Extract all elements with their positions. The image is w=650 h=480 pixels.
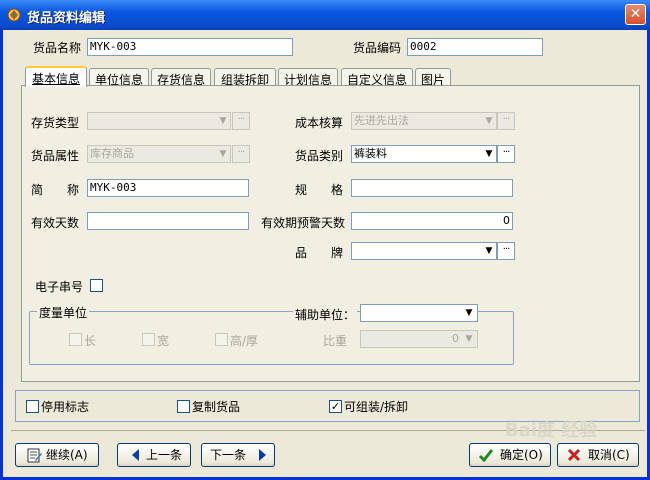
ratio-label: 比重 — [323, 334, 348, 348]
serial-checkbox[interactable] — [90, 279, 103, 292]
close-icon: ✕ — [629, 6, 642, 22]
product-name-label: 货品名称 — [33, 41, 82, 55]
length-checkbox[interactable] — [69, 333, 82, 346]
product-code-input[interactable]: 0002 — [407, 38, 543, 56]
chevron-down-icon: ▼ — [485, 116, 493, 126]
tab-inventory-info[interactable]: 存货信息 — [151, 68, 211, 87]
warning-days-input[interactable]: 0 — [351, 212, 513, 230]
cost-accounting-select[interactable]: 先进先出法 — [351, 112, 497, 130]
tab-assembly[interactable]: 组装拆卸 — [214, 68, 276, 87]
height-label: 高/厚 — [230, 334, 259, 348]
tab-picture[interactable]: 图片 — [415, 68, 451, 87]
tab-unit-info[interactable]: 单位信息 — [89, 68, 149, 87]
check-icon — [478, 449, 494, 463]
product-category-select[interactable]: 裤装料 — [351, 145, 497, 163]
close-button[interactable]: ✕ — [625, 4, 646, 25]
continue-button-label: 继续(A) — [46, 448, 88, 462]
brand-label: 品 牌 — [295, 246, 344, 260]
inventory-type-lookup-button[interactable]: ··· — [232, 112, 250, 130]
product-name-input[interactable]: MYK-003 — [87, 38, 293, 56]
ok-button-label: 确定(O) — [500, 448, 543, 462]
spec-label: 规 格 — [295, 183, 344, 197]
product-category-label: 货品类别 — [295, 149, 344, 163]
cancel-button[interactable]: 取消(C) — [557, 443, 639, 467]
chevron-down-icon: ▼ — [485, 149, 493, 159]
arrow-left-icon — [132, 449, 139, 461]
width-label: 宽 — [157, 334, 170, 348]
warning-days-label: 有效期预警天数 — [261, 216, 346, 230]
assemble-label: 可组装/拆卸 — [344, 400, 409, 414]
next-button[interactable]: 下一条 — [201, 443, 275, 467]
chevron-down-icon: ▼ — [465, 308, 473, 318]
tab-custom-info[interactable]: 自定义信息 — [341, 68, 413, 87]
aux-unit-select[interactable] — [360, 304, 478, 322]
serial-label: 电子串号 — [35, 280, 84, 294]
spec-input[interactable] — [351, 179, 513, 197]
valid-days-label: 有效天数 — [31, 216, 80, 230]
product-attribute-lookup-button[interactable]: ··· — [232, 145, 250, 163]
brand-select[interactable] — [351, 242, 497, 260]
continue-button[interactable]: 继续(A) — [15, 443, 99, 467]
cost-accounting-label: 成本核算 — [295, 116, 344, 130]
chevron-down-icon: ▼ — [485, 246, 493, 256]
prev-button-label: 上一条 — [146, 448, 183, 462]
measure-group-label: 度量单位 — [37, 304, 90, 321]
cancel-x-icon — [567, 448, 581, 462]
width-checkbox[interactable] — [142, 333, 155, 346]
dialog-window: 货品资料编辑 ✕ 货品名称 MYK-003 货品编码 0002 基本信息 单位信… — [0, 0, 650, 480]
next-button-label: 下一条 — [210, 448, 247, 462]
valid-days-input[interactable] — [87, 212, 249, 230]
length-label: 长 — [84, 334, 97, 348]
copy-product-label: 复制货品 — [192, 400, 241, 414]
product-attribute-select[interactable]: 库存商品 — [87, 145, 231, 163]
short-name-label: 简 称 — [31, 183, 80, 197]
product-code-label: 货品编码 — [353, 41, 402, 55]
disabled-flag-checkbox[interactable] — [26, 400, 39, 413]
height-checkbox[interactable] — [215, 333, 228, 346]
product-category-lookup-button[interactable]: ··· — [497, 145, 515, 163]
tab-plan-info[interactable]: 计划信息 — [278, 68, 338, 87]
ok-button[interactable]: 确定(O) — [469, 443, 551, 467]
prev-button[interactable]: 上一条 — [117, 443, 191, 467]
inventory-type-select[interactable] — [87, 112, 231, 130]
brand-lookup-button[interactable]: ··· — [497, 242, 515, 260]
product-attribute-label: 货品属性 — [31, 149, 80, 163]
cost-accounting-lookup-button[interactable]: ··· — [497, 112, 515, 130]
title-bar[interactable]: 货品资料编辑 ✕ — [0, 0, 650, 30]
short-name-input[interactable]: MYK-003 — [87, 179, 249, 197]
disabled-flag-label: 停用标志 — [41, 400, 90, 414]
window-title: 货品资料编辑 — [27, 11, 106, 26]
assemble-checkbox[interactable]: ✓ — [329, 400, 342, 413]
inventory-type-label: 存货类型 — [31, 116, 80, 130]
chevron-down-icon: ▼ — [465, 334, 473, 344]
copy-product-checkbox[interactable] — [177, 400, 190, 413]
watermark-logo: Bai度 经验 — [505, 420, 598, 441]
arrow-right-icon — [259, 449, 266, 461]
chevron-down-icon: ▼ — [219, 149, 227, 159]
edit-document-icon — [27, 448, 42, 463]
cancel-button-label: 取消(C) — [588, 448, 630, 462]
ratio-stepper[interactable]: 0 — [360, 330, 478, 348]
app-icon — [7, 8, 21, 22]
chevron-down-icon: ▼ — [219, 116, 227, 126]
tab-basic-info[interactable]: 基本信息 — [25, 66, 87, 87]
aux-unit-label: 辅助单位： — [293, 306, 358, 323]
